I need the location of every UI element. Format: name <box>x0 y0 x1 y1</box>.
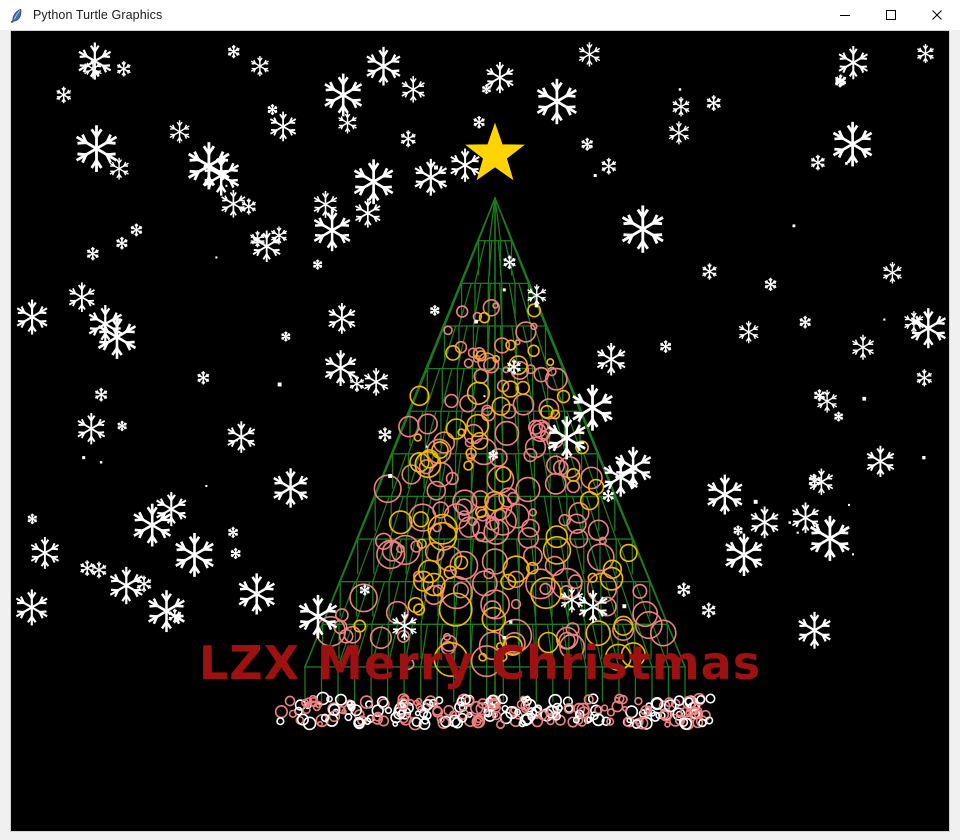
feather-quill-icon <box>8 7 25 24</box>
maximize-button[interactable] <box>868 0 914 30</box>
minimize-icon <box>840 15 850 16</box>
close-button[interactable] <box>914 0 960 30</box>
turtle-graphics-window: Python Turtle Graphics LZX Merry Christm… <box>0 0 960 840</box>
close-icon <box>932 10 942 20</box>
christmas-scene <box>11 31 949 831</box>
window-title: Python Turtle Graphics <box>33 8 163 22</box>
title-bar[interactable]: Python Turtle Graphics <box>0 0 960 30</box>
turtle-canvas[interactable]: LZX Merry Christmas <box>10 30 950 832</box>
maximize-icon <box>886 10 896 20</box>
minimize-button[interactable] <box>822 0 868 30</box>
window-controls <box>822 0 960 30</box>
window-frame: LZX Merry Christmas <box>0 30 960 840</box>
